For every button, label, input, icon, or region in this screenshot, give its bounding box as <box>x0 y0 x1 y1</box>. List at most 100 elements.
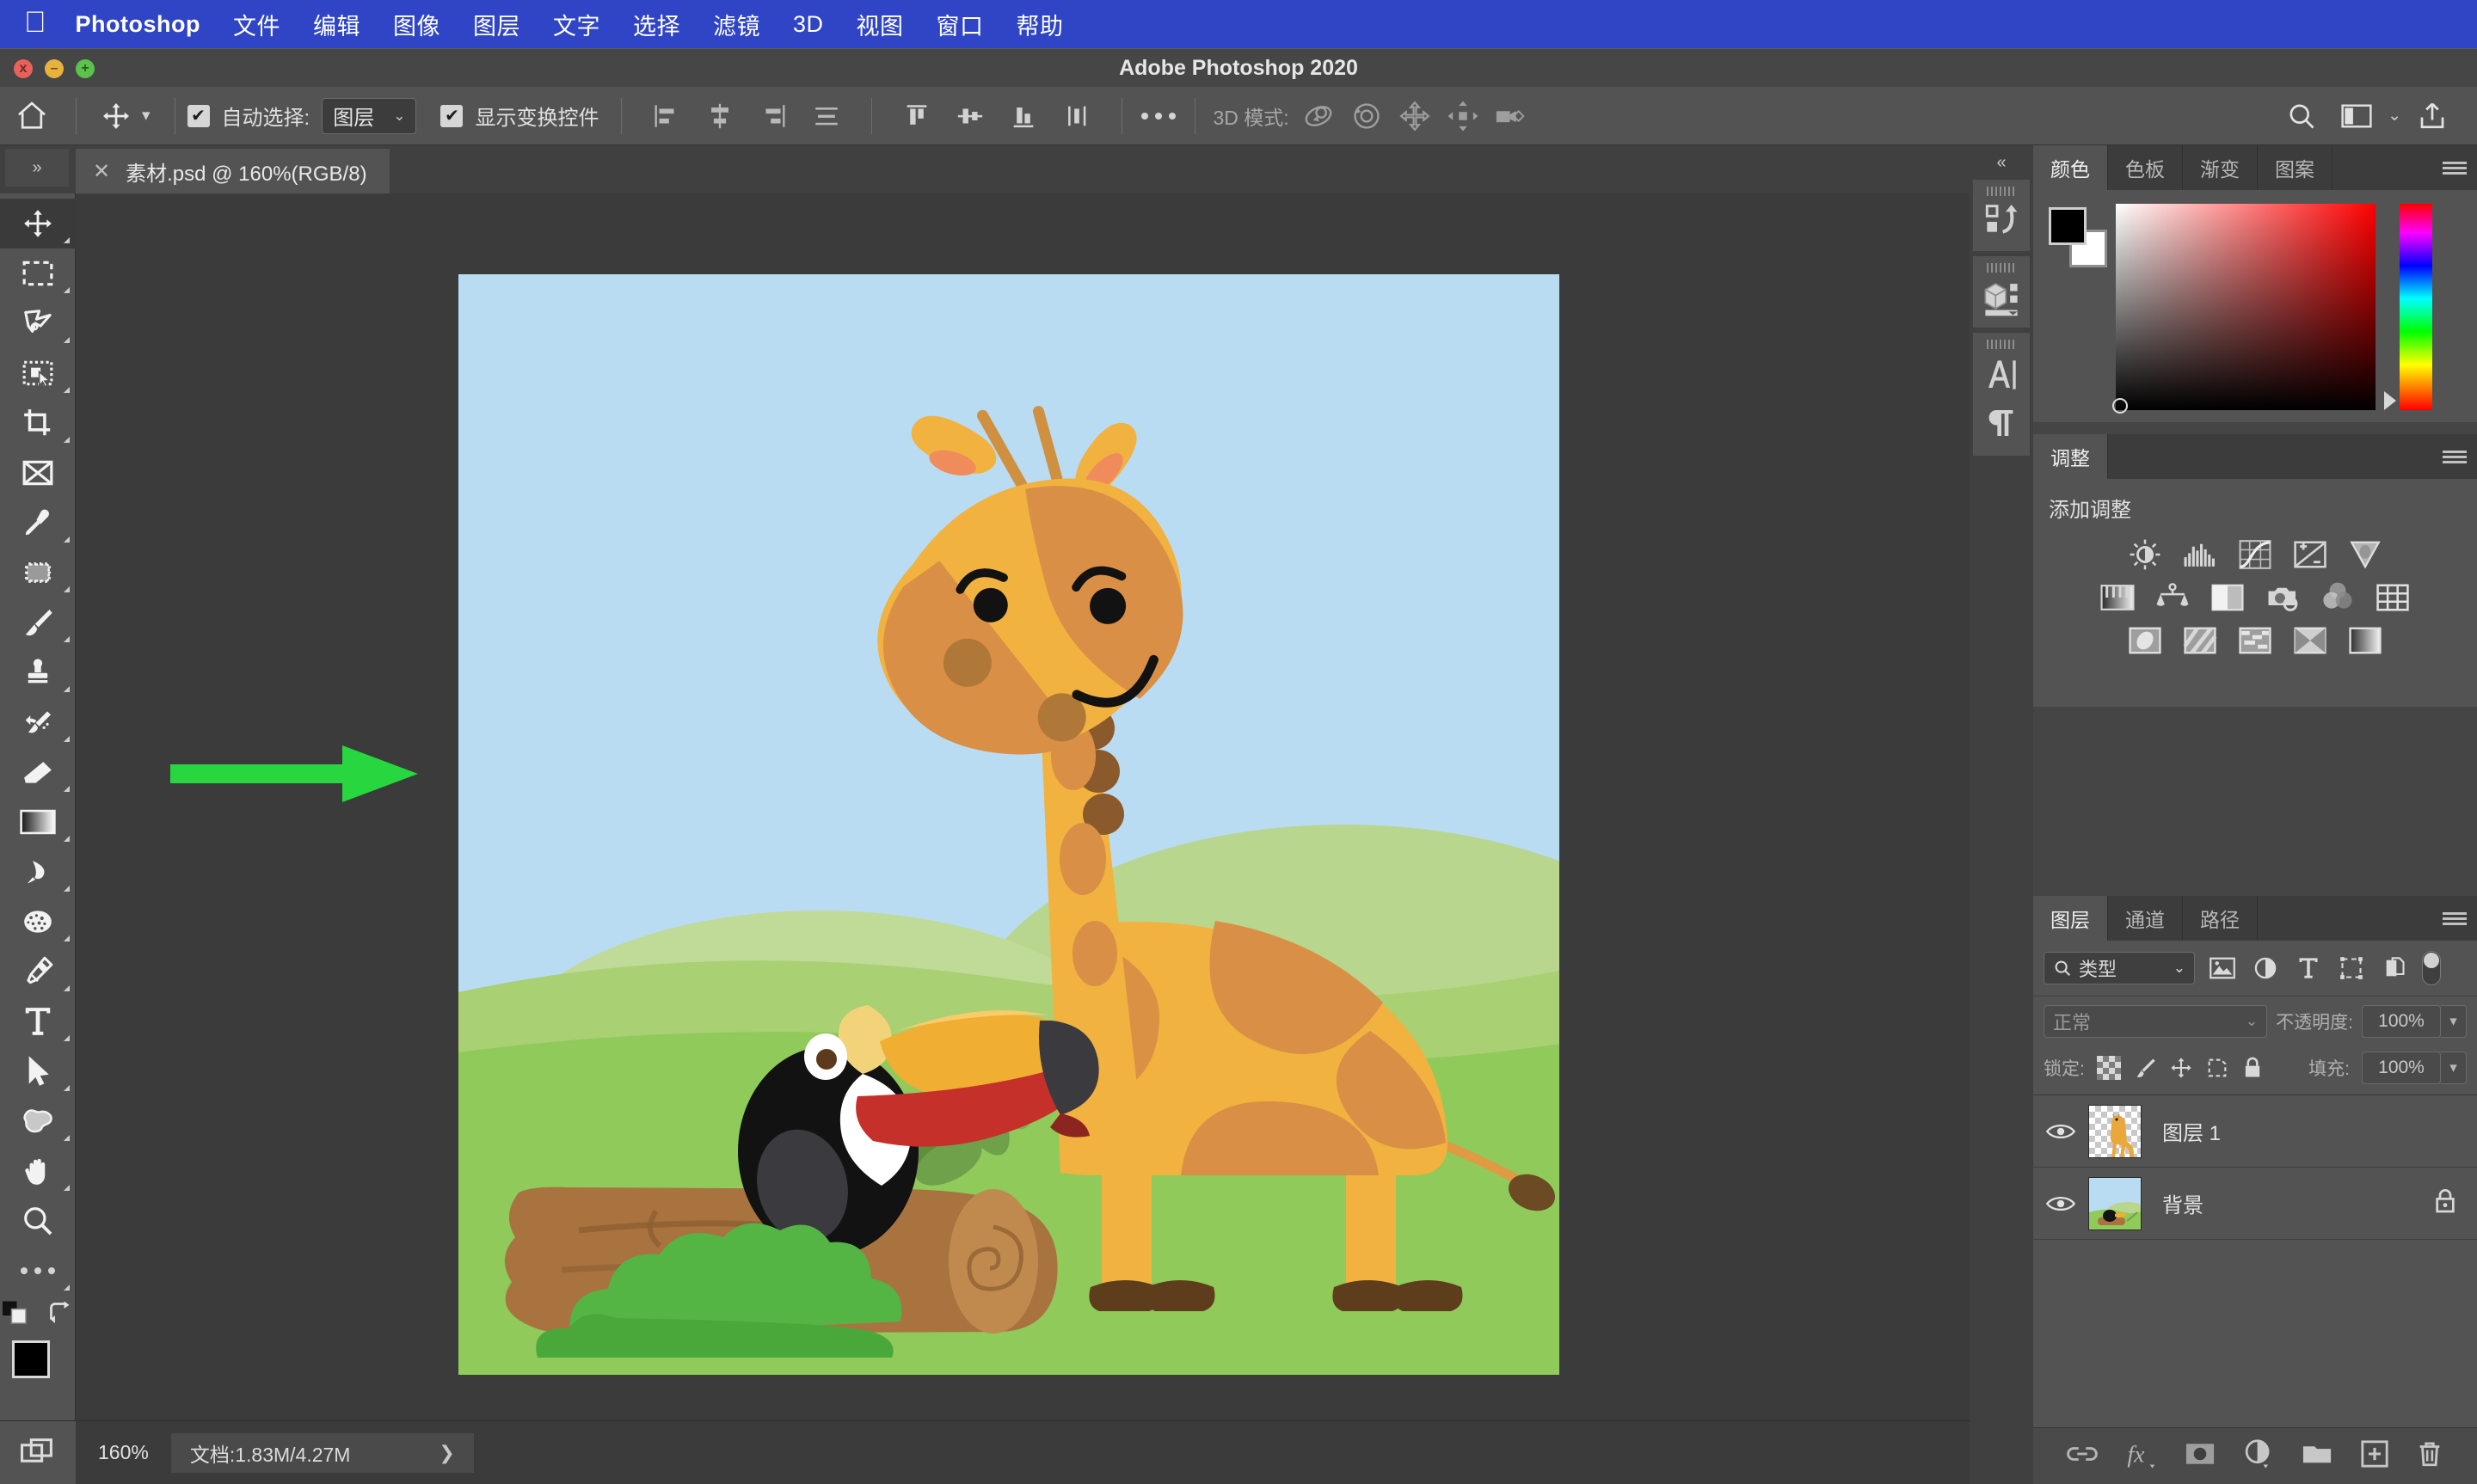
menu-3d[interactable]: 3D <box>793 11 824 38</box>
default-colors-icon[interactable] <box>2 1301 28 1325</box>
align-horizontal-centers-button[interactable] <box>696 92 744 140</box>
tab-swatches[interactable]: 色板 <box>2108 145 2183 190</box>
adjustments-panel-menu-button[interactable] <box>2443 434 2467 479</box>
color-lookup-button[interactable] <box>2375 579 2411 616</box>
character-panel-icon-button[interactable] <box>1973 333 2030 456</box>
hue-slider-handle[interactable] <box>2384 391 2396 410</box>
current-tool-preset[interactable]: ▾ <box>89 101 163 132</box>
align-vertical-centers-button[interactable] <box>946 92 994 140</box>
filter-enable-toggle[interactable] <box>2422 951 2441 985</box>
menu-image[interactable]: 图像 <box>393 8 440 41</box>
black-white-button[interactable] <box>2210 579 2246 616</box>
3d-slide-button[interactable] <box>1439 92 1487 140</box>
lasso-tool[interactable] <box>0 298 76 348</box>
fill-value-field[interactable]: 100% <box>2362 1052 2441 1084</box>
document-size-field[interactable]: 文档:1.83M/4.27M ❯ <box>170 1432 474 1473</box>
menu-view[interactable]: 视图 <box>857 8 904 41</box>
align-left-edges-button[interactable] <box>642 92 691 140</box>
menu-file[interactable]: 文件 <box>233 8 280 41</box>
more-align-options-button[interactable] <box>1134 92 1183 140</box>
color-balance-button[interactable] <box>2154 579 2191 616</box>
dodge-tool[interactable] <box>0 897 76 947</box>
auto-select-checkbox[interactable]: ✔ <box>187 104 210 127</box>
menu-layer[interactable]: 图层 <box>473 8 520 41</box>
align-top-edges-button[interactable] <box>893 92 941 140</box>
layer-thumbnail[interactable] <box>2088 1176 2142 1230</box>
show-transform-checkbox[interactable]: ✔ <box>440 104 464 127</box>
tool-flyout-indicator[interactable] <box>64 886 70 892</box>
workspace-switcher-button[interactable] <box>2333 92 2381 140</box>
layer-style-button[interactable]: fx <box>2126 1438 2157 1474</box>
tool-flyout-indicator[interactable] <box>64 935 70 941</box>
zoom-button[interactable]: + <box>76 59 95 78</box>
tool-flyout-indicator[interactable] <box>64 836 70 842</box>
color-picker-marker[interactable] <box>2112 398 2128 414</box>
tool-flyout-indicator[interactable] <box>64 337 70 343</box>
color-panel-menu-button[interactable] <box>2443 145 2467 190</box>
home-button[interactable] <box>0 87 64 145</box>
brush-tool[interactable] <box>0 598 76 647</box>
minimize-button[interactable]: – <box>45 59 64 78</box>
layer-name[interactable]: 图层 1 <box>2162 1116 2221 1146</box>
invert-button[interactable] <box>2127 622 2163 659</box>
brightness-contrast-button[interactable] <box>2127 537 2163 573</box>
vibrance-button[interactable] <box>2347 537 2383 573</box>
table-row[interactable]: 背景 <box>2033 1168 2477 1240</box>
chevron-right-icon[interactable]: ❯ <box>439 1442 454 1464</box>
screen-mode-button[interactable] <box>0 1420 76 1484</box>
path-selection-tool[interactable] <box>0 1046 76 1096</box>
tab-patterns[interactable]: 图案 <box>2258 145 2333 190</box>
chevron-down-icon[interactable]: ▾ <box>142 106 151 126</box>
3d-panel-icon-button[interactable] <box>1973 256 2030 328</box>
tool-flyout-indicator[interactable] <box>64 437 70 443</box>
menu-edit[interactable]: 编辑 <box>313 8 360 41</box>
menu-photoshop[interactable]: Photoshop <box>76 11 200 38</box>
zoom-level-label[interactable]: 160% <box>76 1441 171 1464</box>
tab-color[interactable]: 颜色 <box>2033 145 2108 190</box>
menu-window[interactable]: 窗口 <box>937 8 984 41</box>
tool-flyout-indicator[interactable] <box>64 586 70 592</box>
lock-all-icon[interactable] <box>2241 1056 2264 1080</box>
hue-saturation-button[interactable] <box>2099 579 2136 616</box>
clone-stamp-tool[interactable] <box>0 647 76 697</box>
rectangular-marquee-tool[interactable] <box>0 248 76 298</box>
selective-color-button[interactable] <box>2292 622 2328 659</box>
posterize-button[interactable] <box>2182 622 2218 659</box>
tab-channels[interactable]: 通道 <box>2108 896 2183 941</box>
opacity-stepper-chevron[interactable]: ▾ <box>2441 1005 2467 1038</box>
3d-roll-button[interactable] <box>1343 92 1391 140</box>
tool-flyout-indicator[interactable] <box>64 1185 70 1191</box>
exposure-button[interactable] <box>2292 537 2328 573</box>
tool-flyout-indicator[interactable] <box>64 1285 70 1291</box>
apple-logo-icon[interactable]:  <box>24 8 46 37</box>
tool-flyout-indicator[interactable] <box>64 387 70 393</box>
channel-mixer-button[interactable] <box>2320 579 2356 616</box>
share-button[interactable] <box>2408 92 2456 140</box>
menu-type[interactable]: 文字 <box>553 8 600 41</box>
chevron-down-icon[interactable]: ⌄ <box>2388 106 2401 126</box>
swap-colors-icon[interactable] <box>47 1301 73 1325</box>
zoom-tool[interactable] <box>0 1196 76 1246</box>
layer-visibility-toggle[interactable] <box>2033 1193 2088 1214</box>
blur-tool[interactable] <box>0 847 76 897</box>
lock-position-icon[interactable] <box>2169 1056 2193 1080</box>
canvas-area[interactable] <box>76 193 1973 1420</box>
move-tool[interactable] <box>0 199 76 248</box>
tool-flyout-indicator[interactable] <box>64 985 70 991</box>
color-spectrum-field[interactable] <box>2112 204 2376 414</box>
pen-tool[interactable] <box>0 947 76 996</box>
3d-pan-button[interactable] <box>1391 92 1439 140</box>
layer-visibility-toggle[interactable] <box>2033 1121 2088 1142</box>
filter-adjustment-layers-button[interactable] <box>2250 953 2281 984</box>
frame-tool[interactable] <box>0 448 76 498</box>
auto-select-dropdown[interactable]: 图层 ⌄ <box>322 97 417 134</box>
layer-filter-type-dropdown[interactable]: 类型 ⌄ <box>2044 952 2195 984</box>
tool-flyout-indicator[interactable] <box>64 786 70 792</box>
crop-tool[interactable] <box>0 398 76 448</box>
tab-gradients[interactable]: 渐变 <box>2183 145 2258 190</box>
type-tool[interactable] <box>0 996 76 1046</box>
hand-tool[interactable] <box>0 1146 76 1196</box>
document-tab[interactable]: ✕ 素材.psd @ 160%(RGB/8) <box>76 149 390 193</box>
tab-paths[interactable]: 路径 <box>2183 896 2258 941</box>
menu-help[interactable]: 帮助 <box>1017 8 1064 41</box>
